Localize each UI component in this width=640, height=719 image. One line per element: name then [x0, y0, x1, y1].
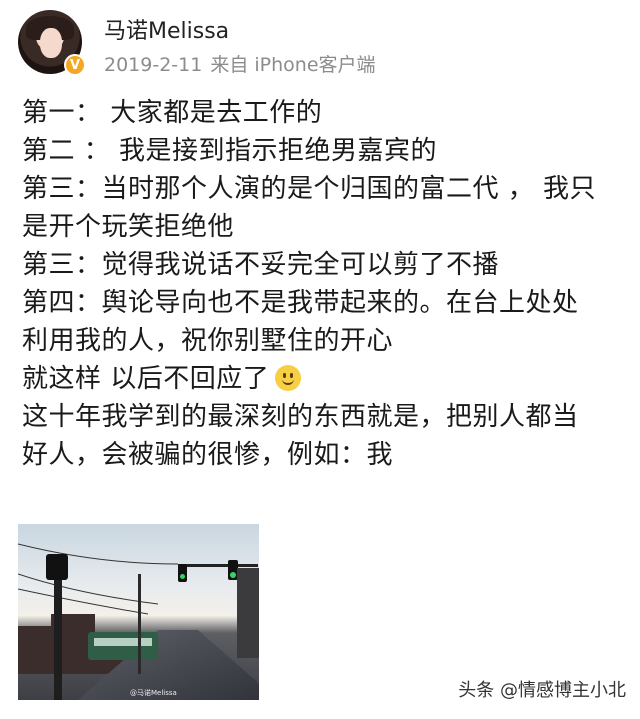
photo-watermark: @马诺Melissa — [130, 689, 177, 697]
post-line: 这十年我学到的最深刻的东西就是，把别人都当 — [22, 402, 579, 432]
photo-lamp-pole — [138, 574, 141, 674]
post-line: 第一： 大家都是去工作的 — [22, 98, 323, 128]
verified-badge-icon: V — [64, 54, 86, 76]
post-body: 第一： 大家都是去工作的 第二 ： 我是接到指示拒绝男嘉宾的 第三：当时那个人演… — [22, 94, 622, 474]
post-line: 好人，会被骗的很惨，例如：我 — [22, 440, 394, 470]
post-photo[interactable]: @马诺Melissa — [18, 524, 259, 700]
post-line: 利用我的人，祝你别墅住的开心 — [22, 326, 394, 356]
avatar-face — [40, 28, 62, 58]
post-date: 2019-2-11 — [104, 54, 203, 76]
post-line: 第三：觉得我说话不妥完全可以剪了不播 — [22, 250, 500, 280]
post-line: 第三：当时那个人演的是个归国的富二代 ， 我只 — [22, 174, 597, 204]
smile-emoji-icon — [275, 365, 302, 391]
username[interactable]: 马诺Melissa — [104, 13, 229, 45]
post-source: 来自 iPhone客户端 — [210, 54, 376, 76]
photo-pedestrian-signal — [46, 554, 68, 580]
post-line: 就这样 以后不回应了 — [22, 364, 270, 394]
post-line: 第四：舆论导向也不是我带起来的。在台上处处 — [22, 288, 579, 318]
photo-signal-mast — [178, 564, 258, 567]
post-meta: 2019-2-11 来自 iPhone客户端 — [104, 50, 376, 77]
footer-credit: 头条 @情感博主小北 — [458, 680, 626, 701]
post-line: 第二 ： 我是接到指示拒绝男嘉宾的 — [22, 136, 438, 166]
photo-tram — [88, 632, 158, 660]
photo-building-right — [237, 568, 259, 658]
post-line: 是开个玩笑拒绝他 — [22, 212, 235, 242]
post-line-with-emoji: 就这样 以后不回应了 — [22, 360, 622, 398]
traffic-light-icon — [178, 564, 187, 582]
